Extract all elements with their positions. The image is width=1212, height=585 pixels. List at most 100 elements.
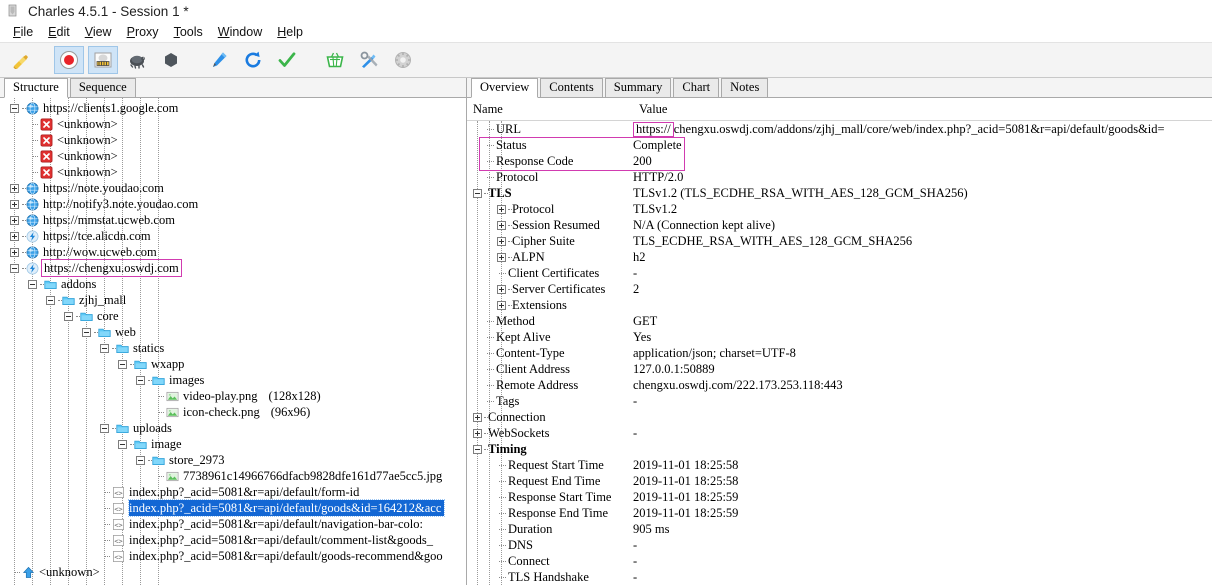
tree-node[interactable]: https://chengxu.oswdj.com [0,259,466,277]
detail-row[interactable]: Response Code 200 [467,153,1212,169]
collapse-node-icon[interactable] [10,103,19,113]
tab-sequence[interactable]: Sequence [69,78,136,97]
menu-proxy[interactable]: Proxy [120,24,167,40]
detail-row[interactable]: Cipher Suite TLS_ECDHE_RSA_WITH_AES_128_G… [467,233,1212,249]
detail-row[interactable]: Timing [467,441,1212,457]
expand-node-icon[interactable] [497,252,506,262]
collapse-node-icon[interactable] [10,263,19,273]
expand-node-icon[interactable] [10,215,19,225]
tree-node[interactable]: addons [0,276,466,292]
tree-node[interactable]: <> index.php?_acid=5081&r=api/default/com… [0,532,466,548]
breakpoint-settings-icon[interactable] [122,46,152,74]
detail-row[interactable]: WebSockets - [467,425,1212,441]
detail-row[interactable]: Protocol HTTP/2.0 [467,169,1212,185]
detail-row[interactable]: Connect - [467,553,1212,569]
tree-node[interactable]: image [0,436,466,452]
collapse-node-icon[interactable] [473,444,482,454]
detail-row[interactable]: Duration 905 ms [467,521,1212,537]
tree-node[interactable]: video-play.png (128x128) [0,388,466,404]
menu-file[interactable]: File [6,24,41,40]
collapse-node-icon[interactable] [473,188,482,198]
column-header-name[interactable]: Name [467,102,633,117]
detail-table[interactable]: URL https://chengxu.oswdj.com/addons/zjhj… [467,121,1212,585]
tree-node[interactable]: core [0,308,466,324]
tree-node[interactable]: http://wow.ucweb.com [0,244,466,260]
detail-row[interactable]: Response End Time 2019-11-01 18:25:59 [467,505,1212,521]
tree-node[interactable]: https://note.youdao.com [0,180,466,196]
tree-node[interactable]: store_2973 [0,452,466,468]
tree-node[interactable]: <> index.php?_acid=5081&r=api/default/goo… [0,499,466,517]
column-header-value[interactable]: Value [633,102,667,117]
repeat-icon[interactable] [238,46,268,74]
expand-node-icon[interactable] [497,220,506,230]
tree-node[interactable]: wxapp [0,356,466,372]
tree-node[interactable]: images [0,372,466,388]
detail-row[interactable]: Tags - [467,393,1212,409]
menu-view[interactable]: View [78,24,120,40]
tree-node[interactable]: https://tce.alicdn.com [0,228,466,244]
expand-node-icon[interactable] [497,300,506,310]
detail-row[interactable]: Extensions [467,297,1212,313]
tab-summary[interactable]: Summary [604,78,672,97]
tree-node[interactable]: 7738961c14966766dfacb9828dfe161d77ae5cc5… [0,468,466,484]
detail-row[interactable]: TLS TLSv1.2 (TLS_ECDHE_RSA_WITH_AES_128_G… [467,185,1212,201]
expand-node-icon[interactable] [497,236,506,246]
throttle-settings-icon[interactable] [88,46,118,74]
expand-node-icon[interactable] [497,204,506,214]
basket-icon[interactable] [320,46,350,74]
collapse-node-icon[interactable] [136,455,145,465]
detail-row[interactable]: URL https://chengxu.oswdj.com/addons/zjhj… [467,121,1212,137]
tree-node[interactable]: https://clients1.google.com [0,100,466,116]
validate-icon[interactable] [272,46,302,74]
detail-row[interactable]: Content-Type application/json; charset=UT… [467,345,1212,361]
collapse-node-icon[interactable] [64,311,73,321]
tree-node[interactable]: uploads [0,420,466,436]
detail-row[interactable]: Kept Alive Yes [467,329,1212,345]
detail-row[interactable]: TLS Handshake - [467,569,1212,585]
detail-row[interactable]: Status Complete [467,137,1212,153]
expand-node-icon[interactable] [473,428,482,438]
collapse-node-icon[interactable] [136,375,145,385]
detail-row[interactable]: Server Certificates 2 [467,281,1212,297]
tools-icon[interactable] [354,46,384,74]
start-stop-recording-icon[interactable] [54,46,84,74]
expand-node-icon[interactable] [497,284,506,294]
menu-window[interactable]: Window [211,24,270,40]
tree-node[interactable]: <> index.php?_acid=5081&r=api/default/for… [0,484,466,500]
tree-node[interactable]: web [0,324,466,340]
session-tree[interactable]: https://clients1.google.com <unknown> <unk… [0,98,466,585]
detail-row[interactable]: Connection [467,409,1212,425]
collapse-node-icon[interactable] [118,439,127,449]
expand-node-icon[interactable] [10,183,19,193]
detail-row[interactable]: Request Start Time 2019-11-01 18:25:58 [467,457,1212,473]
menu-tools[interactable]: Tools [167,24,211,40]
collapse-node-icon[interactable] [28,279,37,289]
tree-node[interactable]: zjhj_mall [0,292,466,308]
tab-chart[interactable]: Chart [673,78,720,97]
detail-row[interactable]: Session Resumed N/A (Connection kept aliv… [467,217,1212,233]
tab-notes[interactable]: Notes [721,78,769,97]
tree-node[interactable]: <unknown> [0,148,466,164]
menu-help[interactable]: Help [270,24,311,40]
tree-node[interactable]: <> index.php?_acid=5081&r=api/default/nav… [0,516,466,532]
compose-icon[interactable] [156,46,186,74]
expand-node-icon[interactable] [10,231,19,241]
expand-node-icon[interactable] [10,247,19,257]
tree-node[interactable]: statics [0,340,466,356]
tree-node[interactable]: <unknown> [0,564,466,580]
collapse-node-icon[interactable] [46,295,55,305]
collapse-node-icon[interactable] [100,343,109,353]
tree-node[interactable]: http://notify3.note.youdao.com [0,196,466,212]
tree-node[interactable]: <unknown> [0,132,466,148]
detail-row[interactable]: Request End Time 2019-11-01 18:25:58 [467,473,1212,489]
detail-row[interactable]: Response Start Time 2019-11-01 18:25:59 [467,489,1212,505]
settings-icon[interactable] [388,46,418,74]
detail-row[interactable]: ALPN h2 [467,249,1212,265]
collapse-node-icon[interactable] [100,423,109,433]
detail-row[interactable]: DNS - [467,537,1212,553]
tab-contents[interactable]: Contents [540,78,603,97]
expand-node-icon[interactable] [10,199,19,209]
tab-overview[interactable]: Overview [471,78,539,98]
tree-node[interactable]: <unknown> [0,116,466,132]
menu-edit[interactable]: Edit [41,24,78,40]
